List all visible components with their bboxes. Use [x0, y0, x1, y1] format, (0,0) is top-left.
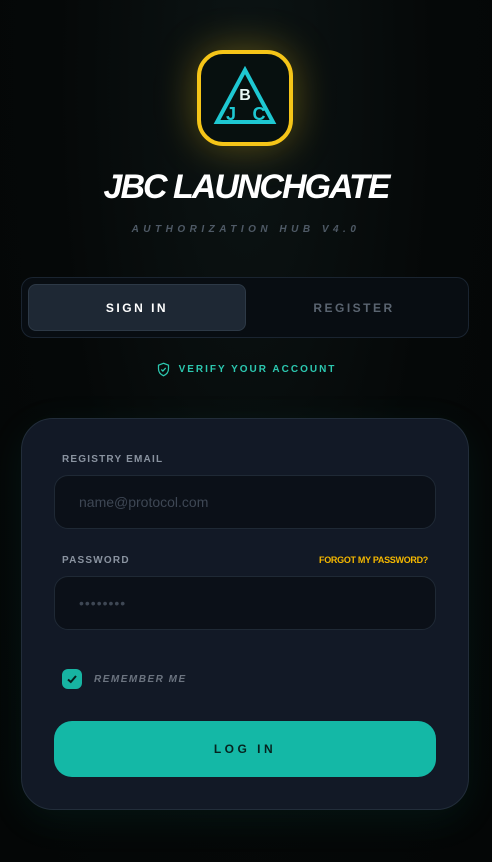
- login-card: REGISTRY EMAIL name@protocol.com PASSWOR…: [21, 418, 469, 810]
- app-title: JBC LAUNCHGATE: [103, 168, 391, 206]
- password-label: PASSWORD: [62, 555, 130, 566]
- forgot-password-link[interactable]: FORGOT MY PASSWORD?: [319, 555, 428, 565]
- verify-account-banner: VERIFY YOUR ACCOUNT: [0, 362, 492, 377]
- app-subtitle: AUTHORIZATION HUB V4.0: [131, 224, 361, 235]
- email-placeholder: name@protocol.com: [79, 494, 209, 510]
- email-label: REGISTRY EMAIL: [62, 454, 164, 465]
- login-button[interactable]: LOG IN: [54, 721, 436, 777]
- svg-text:J: J: [226, 104, 236, 124]
- app-logo: B J C: [197, 50, 293, 146]
- svg-text:C: C: [253, 104, 266, 124]
- remember-me-label: REMEMBER ME: [94, 673, 187, 685]
- email-field[interactable]: name@protocol.com: [54, 475, 436, 529]
- remember-me[interactable]: REMEMBER ME: [62, 669, 187, 689]
- checkmark-icon: [67, 675, 77, 684]
- tab-sign-in[interactable]: SIGN IN: [28, 284, 246, 331]
- auth-tabs: SIGN IN REGISTER: [21, 277, 469, 338]
- jbc-logo-icon: B J C: [213, 66, 277, 124]
- verify-account-label: VERIFY YOUR ACCOUNT: [178, 364, 337, 375]
- password-field[interactable]: ••••••••: [54, 576, 436, 630]
- shield-check-icon: [157, 362, 169, 377]
- remember-me-checkbox[interactable]: [62, 669, 82, 689]
- svg-text:B: B: [239, 87, 251, 104]
- password-placeholder: ••••••••: [79, 595, 127, 611]
- tab-register[interactable]: REGISTER: [246, 284, 462, 331]
